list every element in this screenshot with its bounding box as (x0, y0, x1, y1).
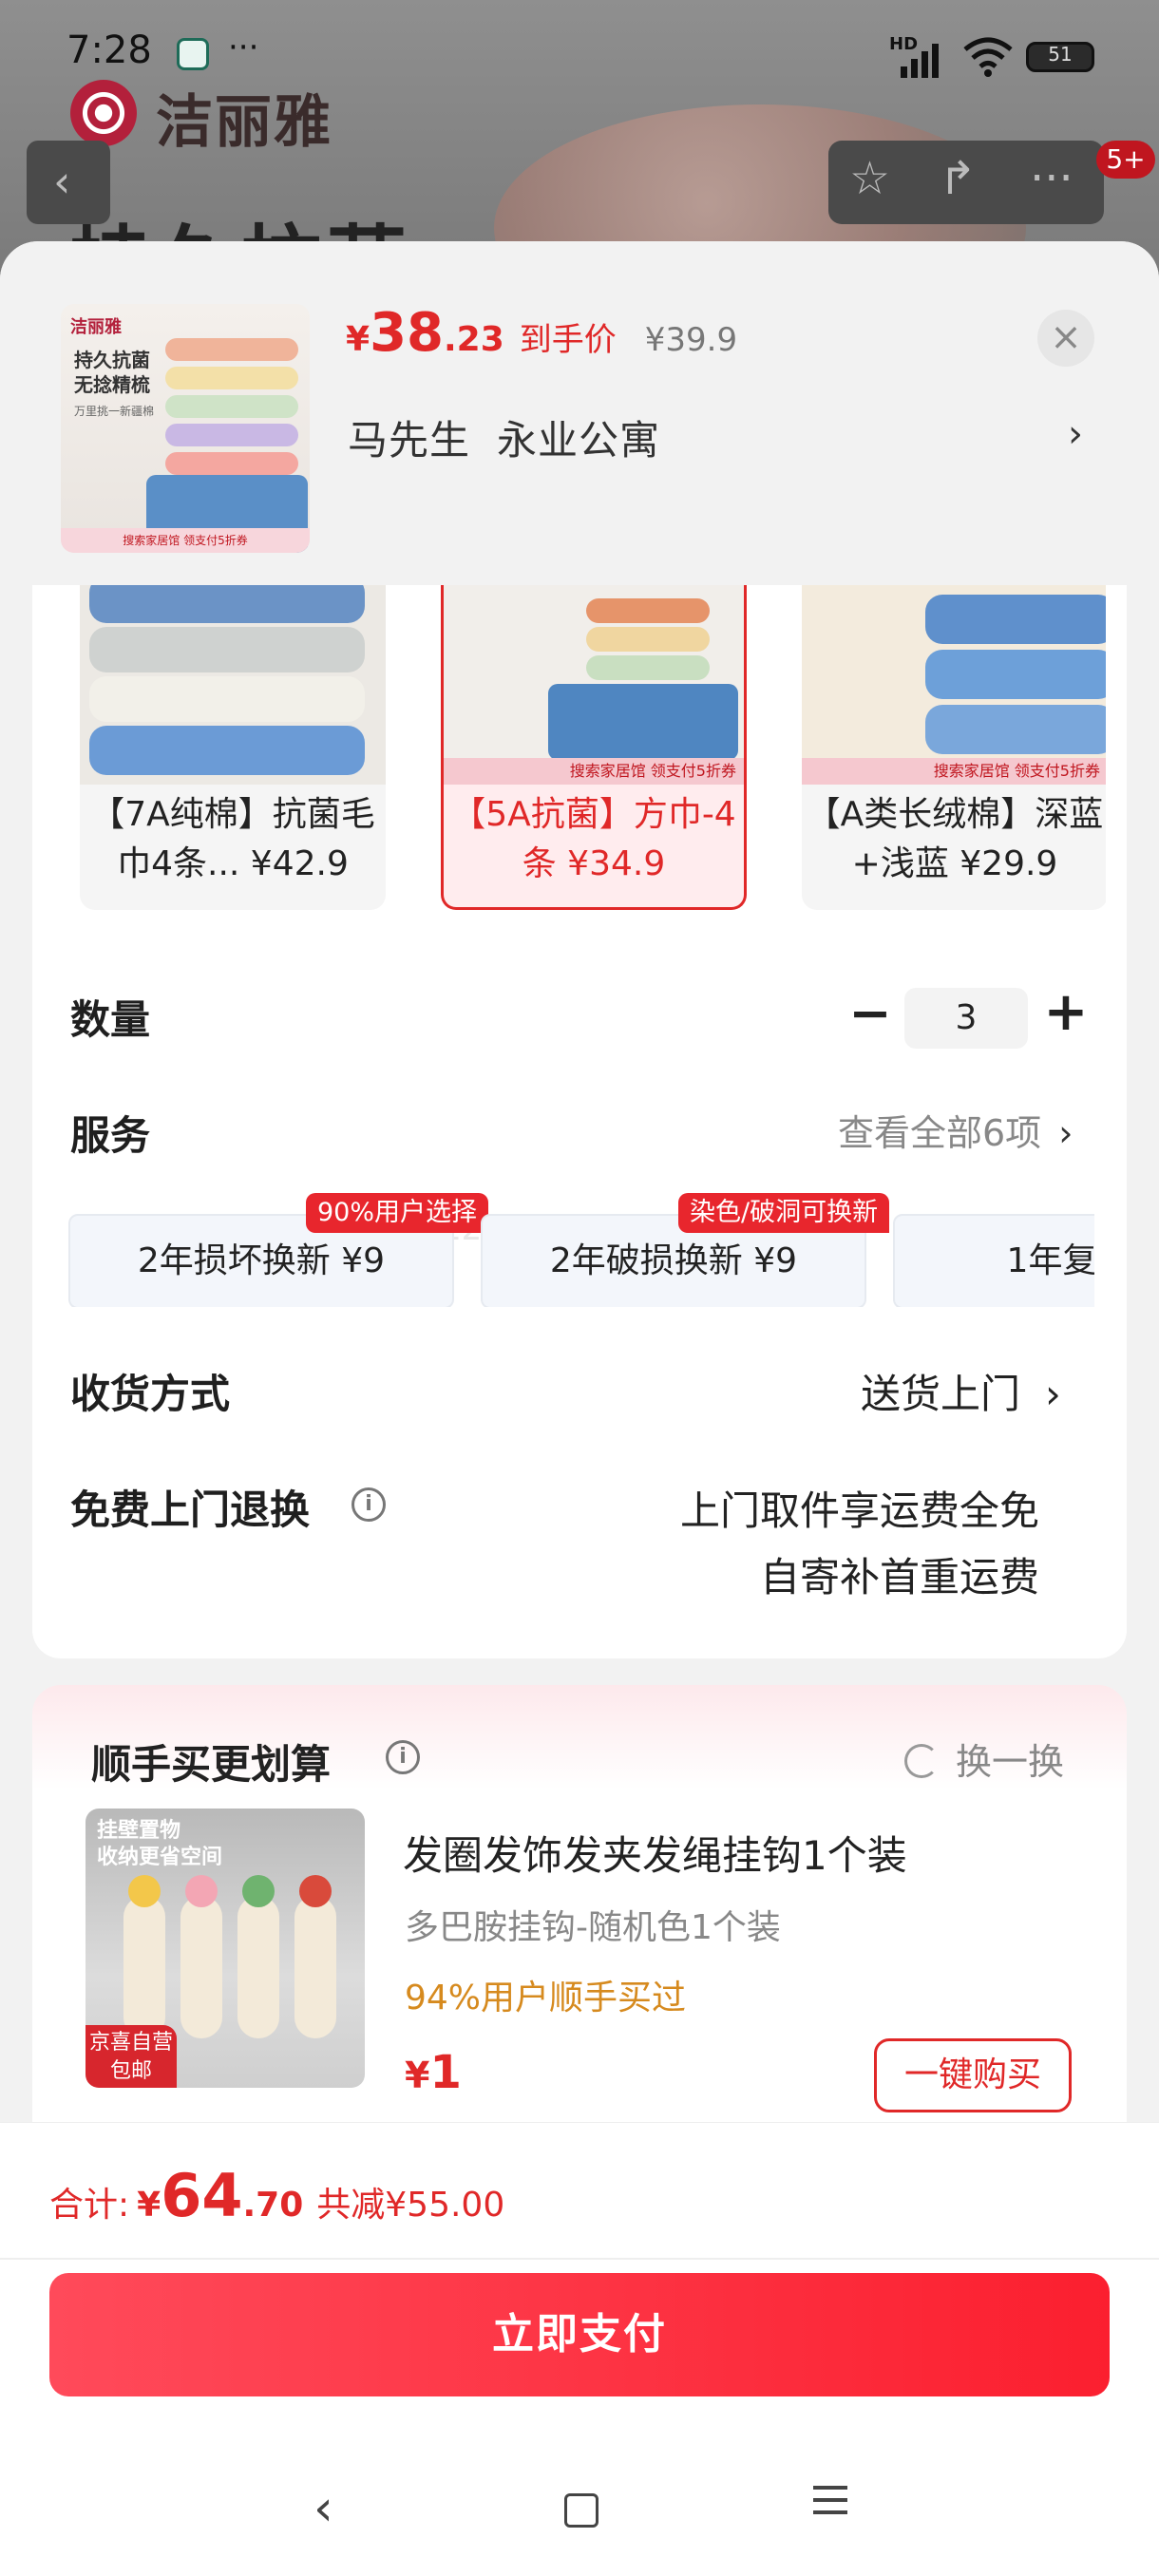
price-label: 到手价 (519, 321, 617, 359)
delivery-label: 收货方式 (70, 1371, 231, 1417)
total-discount: 共减¥55.00 (316, 2186, 505, 2225)
variant-banner: 搜索家居馆 领支付5折券 (444, 758, 744, 785)
variant-card[interactable]: 搜索家居馆 领支付5折券 【A类长绒棉】深蓝+浅蓝 ¥29.9 (802, 585, 1106, 910)
refresh-icon (904, 1744, 939, 1778)
info-icon[interactable]: i (386, 1740, 420, 1774)
sheet-header: 洁丽雅 持久抗菌 无捻精梳 万里挑一新疆棉 搜索家居馆 领支付5折券 ¥38.23… (0, 241, 1159, 585)
thumb-brand: 洁丽雅 (70, 317, 122, 337)
thumb-sub: 万里挑一新疆棉 (74, 405, 155, 418)
returns-description: 上门取件享运费全免 自寄补首重运费 (680, 1478, 1039, 1611)
variant-name: 【5A抗菌】方巾-4条 ¥34.9 (451, 795, 736, 883)
address-selector[interactable]: 马先生 永业公寓 (348, 408, 660, 466)
service-options: 2年损坏换新 ¥9 90%用户选择 2年破损换新 ¥9 染色/破洞可换新 1年复… (68, 1193, 1094, 1307)
total-line: 合计: ¥64.70 共减¥55.00 (49, 2161, 504, 2230)
variant-list[interactable]: 【7A纯棉】抗菌毛巾4条... ¥42.9 搜索家居馆 领支付5折券 【5A抗菌… (80, 585, 1106, 910)
one-click-buy-button[interactable]: 一键购买 (874, 2038, 1072, 2112)
quantity-label: 数量 (70, 996, 151, 1043)
battery-icon: 51 (1026, 42, 1094, 72)
upsell-product-image[interactable]: 挂壁置物 收纳更省空间 京喜自营 包邮 (86, 1809, 365, 2088)
chevron-right-icon: › (1045, 1371, 1061, 1417)
variant-name: 【A类长绒棉】深蓝+浅蓝 ¥29.9 (806, 795, 1104, 883)
service-label: 服务 (70, 1112, 151, 1159)
variant-image (80, 585, 386, 785)
recipient-address: 永业公寓 (497, 417, 661, 464)
returns-label: 免费上门退换 (70, 1487, 311, 1533)
more-notifications-icon: ··· (228, 28, 259, 66)
original-price: ¥39.9 (644, 321, 738, 359)
refresh-button[interactable]: 换一换 (904, 1733, 1064, 1785)
status-time: 7:28 (66, 28, 152, 72)
delivery-method-selector[interactable]: 送货上门 › (861, 1362, 1061, 1420)
variant-card[interactable]: 【7A纯棉】抗菌毛巾4条... ¥42.9 (80, 585, 386, 910)
price-line: ¥38.23 到手价 ¥39.9 (346, 302, 737, 369)
checkout-sheet: 洁丽雅 持久抗菌 无捻精梳 万里挑一新疆棉 搜索家居馆 领支付5折券 ¥38.23… (0, 241, 1159, 2576)
info-icon[interactable]: i (352, 1487, 386, 1522)
returns-line-1: 上门取件享运费全免 (679, 1487, 1039, 1534)
service-option-tag: 90%用户选择 (306, 1193, 489, 1233)
share-icon[interactable]: ↱ (939, 152, 977, 205)
pay-now-button[interactable]: 立即支付 (49, 2273, 1110, 2396)
upsell-thumb-badge: 京喜自营 包邮 (86, 2025, 177, 2088)
quantity-input[interactable]: 3 (904, 988, 1028, 1049)
status-bar: 7:28 ··· HD 51 (0, 0, 1159, 104)
nav-home-icon[interactable] (564, 2493, 598, 2528)
total-decimal: .70 (242, 2186, 304, 2225)
battery-level: 51 (1048, 43, 1073, 66)
upsell-product-spec: 多巴胺挂钩-随机色1个装 (405, 1908, 781, 1947)
returns-line-2: 自寄补首重运费 (759, 1554, 1039, 1601)
view-all-services-link[interactable]: 查看全部6项 › (838, 1104, 1073, 1156)
upsell-card: 顺手买更划算 i 换一换 挂壁置物 收纳更省空间 京喜自营 包邮 发圈发饰发夹发绳挂… (32, 1685, 1127, 2160)
variant-image: 搜索家居馆 领支付5折券 (802, 585, 1106, 785)
nav-back-icon[interactable]: ‹ (314, 2480, 333, 2537)
variant-name: 【7A纯棉】抗菌毛巾4条... ¥42.9 (90, 795, 375, 883)
thumb-banner: 搜索家居馆 领支付5折券 (61, 528, 310, 553)
back-button[interactable]: ‹ (27, 141, 110, 224)
signal-icon (901, 44, 939, 78)
upsell-purchase-stat: 94%用户顺手买过 (405, 1979, 687, 2017)
total-integer: 64 (161, 2161, 243, 2230)
chevron-left-icon: ‹ (53, 156, 71, 207)
variant-card-selected[interactable]: 搜索家居馆 领支付5折券 【5A抗菌】方巾-4条 ¥34.9 (441, 585, 747, 910)
close-icon: × (1050, 315, 1082, 359)
nav-menu-icon[interactable] (813, 2486, 847, 2523)
quantity-increase-button[interactable]: + (1037, 984, 1094, 1045)
checkout-bar: 合计: ¥64.70 共减¥55.00 立即支付 ‹ (0, 2122, 1159, 2576)
close-button[interactable]: × (1037, 310, 1094, 367)
total-symbol: ¥ (137, 2186, 162, 2225)
recipient-name: 马先生 (348, 417, 471, 464)
total-label: 合计: (49, 2186, 130, 2225)
chevron-right-icon: › (1058, 1112, 1074, 1154)
service-option[interactable]: 1年复购补 (893, 1214, 1094, 1307)
star-icon[interactable]: ☆ (849, 152, 890, 205)
price-symbol: ¥ (346, 320, 370, 359)
price-integer: 38 (370, 302, 444, 364)
wifi-icon (963, 37, 1013, 77)
towel-stack-image (165, 338, 298, 481)
product-thumbnail: 洁丽雅 持久抗菌 无捻精梳 万里挑一新疆棉 搜索家居馆 领支付5折券 (61, 304, 310, 553)
more-icon[interactable]: ··· (1030, 152, 1074, 205)
chevron-right-icon[interactable]: › (1068, 412, 1083, 456)
notification-badge: 5+ (1096, 141, 1155, 179)
upsell-title: 顺手买更划算 (91, 1741, 332, 1788)
thumb-text: 持久抗菌 无捻精梳 (74, 349, 150, 396)
options-card: 【7A纯棉】抗菌毛巾4条... ¥42.9 搜索家居馆 领支付5折券 【5A抗菌… (32, 585, 1127, 1658)
upsell-price: ¥1 (405, 2046, 462, 2099)
variant-image: 搜索家居馆 领支付5折券 (444, 585, 744, 785)
upsell-thumb-text: 挂壁置物 收纳更省空间 (97, 1819, 223, 1869)
divider (0, 2258, 1159, 2260)
upsell-product-name[interactable]: 发圈发饰发夹发绳挂钩1个装 (403, 1824, 907, 1882)
service-option-tag: 染色/破洞可换新 (678, 1193, 890, 1233)
page-actions: ☆ ↱ ··· (828, 141, 1104, 224)
quantity-decrease-button[interactable]: − (842, 988, 899, 1045)
app-notification-icon (177, 38, 209, 70)
variant-banner: 搜索家居馆 领支付5折券 (802, 758, 1106, 785)
price-decimal: .23 (444, 320, 504, 359)
